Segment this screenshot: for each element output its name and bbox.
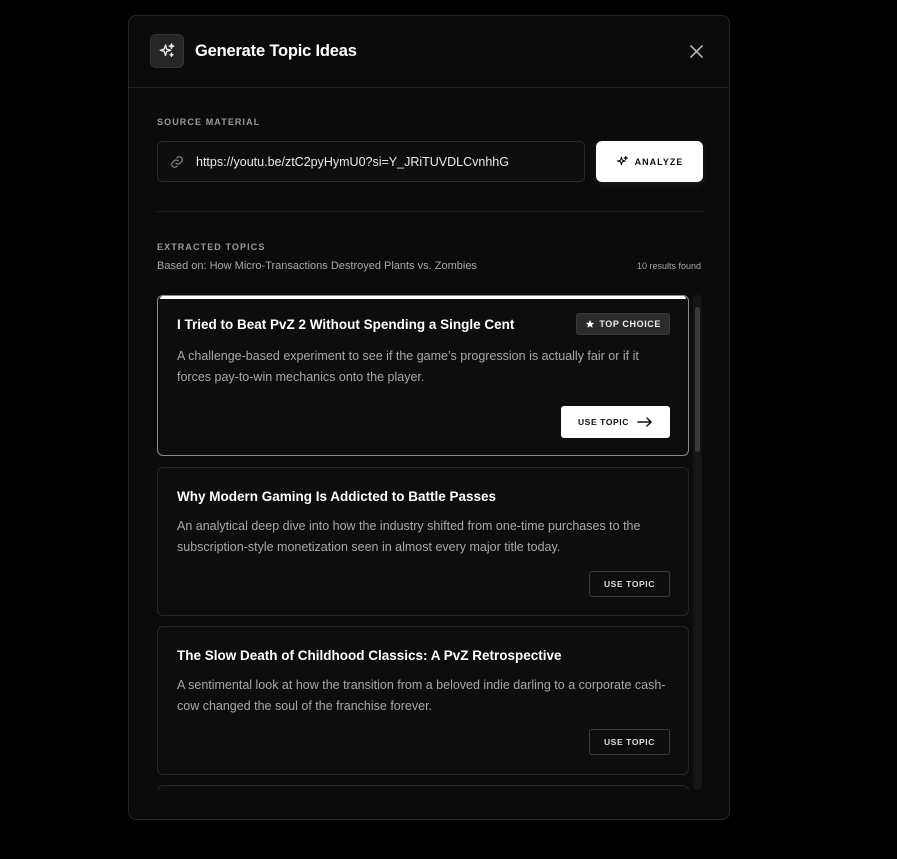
- link-icon: [170, 155, 184, 169]
- topic-title: The Slow Death of Childhood Classics: A …: [177, 648, 562, 663]
- modal-title: Generate Topic Ideas: [195, 42, 357, 60]
- topic-description: An analytical deep dive into how the ind…: [177, 519, 641, 554]
- source-url-input[interactable]: [194, 153, 578, 170]
- arrow-right-icon: [637, 417, 653, 427]
- sparkles-icon: [616, 155, 629, 168]
- topic-list-scrollbar[interactable]: [693, 295, 702, 790]
- use-topic-label: USE TOPIC: [577, 417, 629, 427]
- source-url-field[interactable]: [157, 141, 585, 182]
- topic-card[interactable]: Why Modern Gaming Is Addicted to Battle …: [157, 467, 689, 616]
- analyze-button[interactable]: ANALYZE: [596, 141, 703, 182]
- based-on-text: Based on: How Micro-Transactions Destroy…: [157, 260, 477, 272]
- use-topic-button[interactable]: USE TOPIC: [588, 729, 670, 755]
- topic-card[interactable]: The Slow Death of Childhood Classics: A …: [157, 626, 689, 775]
- sparkles-icon: [150, 34, 184, 68]
- topic-title: Why Modern Gaming Is Addicted to Battle …: [177, 489, 497, 504]
- use-topic-button[interactable]: USE TOPIC: [588, 571, 670, 597]
- topic-card[interactable]: [157, 785, 689, 790]
- topic-description: A sentimental look at how the transition…: [177, 678, 666, 713]
- use-topic-button[interactable]: USE TOPIC: [560, 406, 670, 438]
- use-topic-label: USE TOPIC: [603, 737, 655, 747]
- topic-description: A challenge-based experiment to see if t…: [177, 349, 639, 384]
- star-icon: [585, 319, 595, 329]
- topic-list: I Tried to Beat PvZ 2 Without Spending a…: [157, 295, 689, 790]
- top-choice-badge: TOP CHOICE: [576, 313, 670, 335]
- modal-header: Generate Topic Ideas: [129, 16, 729, 88]
- topic-card[interactable]: I Tried to Beat PvZ 2 Without Spending a…: [157, 295, 689, 456]
- badge-label: TOP CHOICE: [599, 319, 661, 329]
- generate-topic-modal: Generate Topic Ideas SOURCE MATERIAL ANA…: [128, 15, 730, 820]
- close-icon[interactable]: [689, 44, 703, 58]
- source-material-label: SOURCE MATERIAL: [157, 117, 261, 127]
- extracted-topics-label: EXTRACTED TOPICS: [157, 242, 266, 252]
- section-divider: [157, 211, 703, 212]
- results-count: 10 results found: [636, 261, 701, 271]
- topic-title: I Tried to Beat PvZ 2 Without Spending a…: [177, 317, 515, 332]
- use-topic-label: USE TOPIC: [603, 579, 655, 589]
- analyze-button-label: ANALYZE: [634, 156, 684, 167]
- scrollbar-thumb[interactable]: [695, 307, 700, 452]
